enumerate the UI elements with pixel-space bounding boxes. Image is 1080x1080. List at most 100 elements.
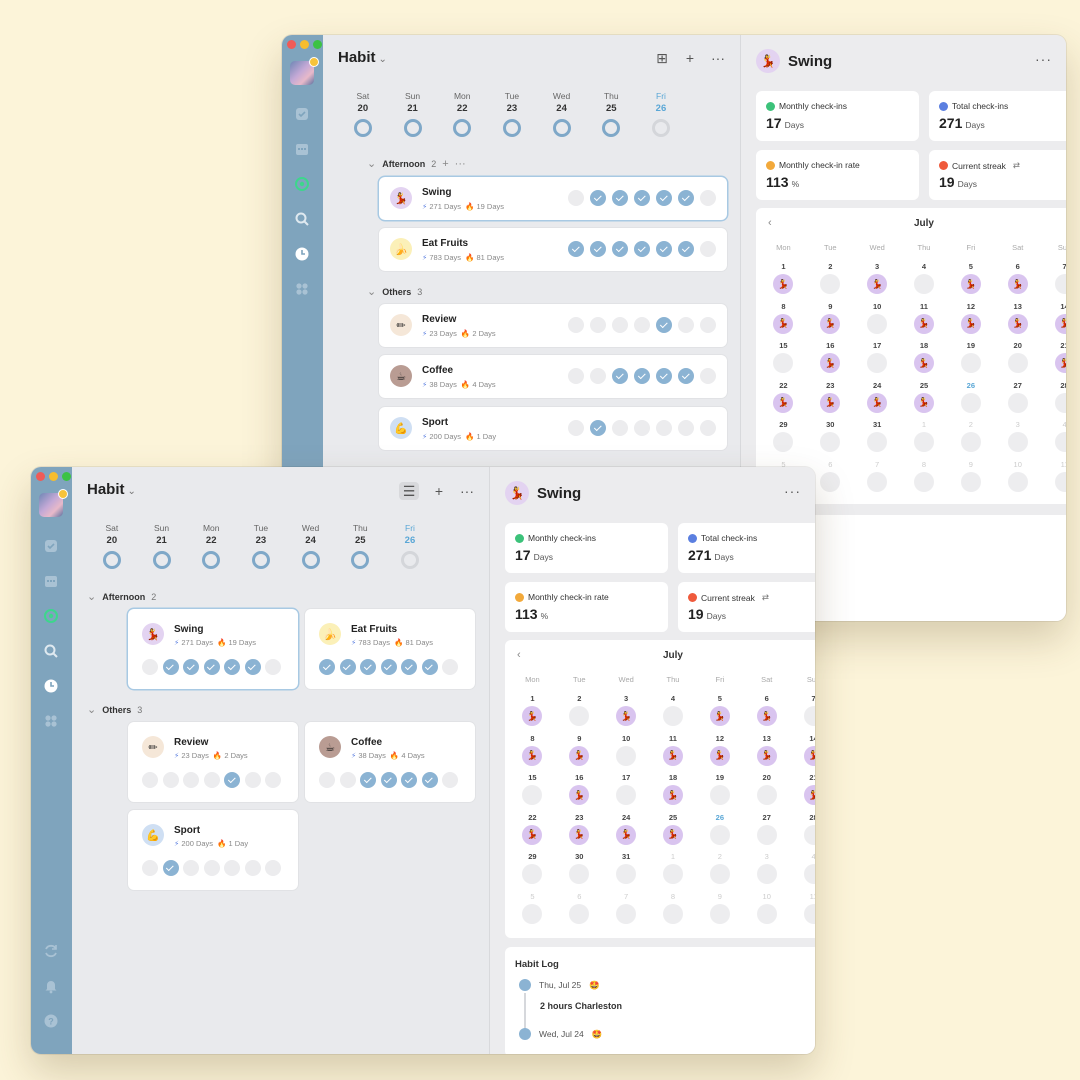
checked-day[interactable] — [421, 659, 438, 675]
calendar-day[interactable]: 9 💃 — [807, 302, 854, 338]
habit-icon[interactable] — [294, 176, 310, 192]
day-column[interactable]: Sun 21 — [137, 523, 187, 569]
calendar-day[interactable]: 11 — [1041, 460, 1066, 496]
unchecked-day[interactable] — [244, 860, 261, 876]
calendar-day[interactable]: 29 — [760, 420, 807, 456]
search-icon[interactable] — [294, 211, 310, 227]
calendar-day[interactable]: 4 — [790, 852, 815, 888]
checked-day[interactable] — [224, 772, 240, 788]
checked-day[interactable] — [401, 659, 417, 675]
calendar-day[interactable]: 11 — [790, 892, 815, 928]
habit-card[interactable]: 🍌 Eat Fruits ⚡ 783 Days 🔥 81 Days — [305, 609, 475, 689]
checked-day[interactable] — [634, 241, 650, 257]
log-entry[interactable]: Thu, Jul 25 🤩 — [519, 979, 600, 991]
calendar-day[interactable]: 16 💃 — [556, 773, 603, 809]
add-icon[interactable]: + — [442, 158, 448, 170]
calendar-day[interactable]: 6 — [556, 892, 603, 928]
calendar-day[interactable]: 26 — [947, 381, 994, 417]
page-title[interactable]: Habit ⌄ — [87, 481, 136, 498]
calendar-day[interactable]: 23 💃 — [807, 381, 854, 417]
checked-day[interactable] — [634, 190, 650, 206]
habit-card[interactable]: 💪 Sport ⚡ 200 Days 🔥 1 Day — [379, 407, 727, 450]
unchecked-day[interactable] — [568, 368, 584, 384]
calendar-day[interactable]: 8 — [901, 460, 948, 496]
calendar-day[interactable]: 1 💃 — [509, 694, 556, 730]
unchecked-day[interactable] — [339, 772, 356, 788]
unchecked-day[interactable] — [442, 659, 458, 675]
calendar-day[interactable]: 19 — [696, 773, 743, 809]
calendar-day[interactable]: 21 💃 — [1041, 341, 1066, 377]
calendar-day[interactable]: 18 💃 — [901, 341, 948, 377]
day-column[interactable]: Sun 21 — [388, 91, 438, 137]
calendar-day[interactable]: 5 — [509, 892, 556, 928]
add-icon[interactable]: + — [431, 483, 447, 499]
calendar-day[interactable]: 21 💃 — [790, 773, 815, 809]
sync-icon[interactable] — [43, 943, 59, 959]
calendar-day[interactable]: 25 💃 — [901, 381, 948, 417]
calendar-day[interactable]: 20 — [994, 341, 1041, 377]
unchecked-day[interactable] — [203, 860, 220, 876]
unchecked-day[interactable] — [700, 190, 716, 206]
calendar-day[interactable]: 2 — [556, 694, 603, 730]
unchecked-day[interactable] — [265, 659, 281, 675]
checked-day[interactable] — [162, 659, 179, 675]
calendar-icon[interactable] — [294, 141, 310, 157]
calendar-day[interactable]: 22 💃 — [509, 813, 556, 849]
calendar-day[interactable]: 3 💃 — [854, 262, 901, 298]
checked-day[interactable] — [568, 241, 584, 257]
calendar-day[interactable]: 5 💃 — [947, 262, 994, 298]
day-column[interactable]: Tue 23 — [487, 91, 537, 137]
tasks-icon[interactable] — [294, 106, 310, 122]
calendar-day[interactable]: 31 — [854, 420, 901, 456]
day-column[interactable]: Sat 20 — [338, 91, 388, 137]
calendar-day[interactable]: 24 💃 — [603, 813, 650, 849]
unchecked-day[interactable] — [612, 420, 628, 436]
calendar-day[interactable]: 1 💃 — [760, 262, 807, 298]
calendar-day[interactable]: 28 — [1041, 381, 1066, 417]
calendar-day[interactable]: 25 💃 — [650, 813, 697, 849]
habit-card[interactable]: ✏ Review ⚡ 23 Days 🔥 2 Days — [128, 722, 298, 802]
unchecked-day[interactable] — [700, 368, 716, 384]
calendar-day[interactable]: 7 — [854, 460, 901, 496]
avatar[interactable] — [39, 489, 68, 517]
section-others[interactable]: ⌄ Others 3 — [87, 703, 142, 716]
calendar-day[interactable]: 30 — [556, 852, 603, 888]
chevron-left-icon[interactable]: ‹ — [768, 217, 772, 229]
calendar-day[interactable]: 29 — [509, 852, 556, 888]
section-others[interactable]: ⌄ Others 3 — [367, 285, 422, 298]
grid-view-icon[interactable]: ⊞ — [654, 50, 670, 66]
calendar-day[interactable]: 12 💃 — [947, 302, 994, 338]
calendar-day[interactable]: 2 — [807, 262, 854, 298]
calendar-day[interactable]: 3 — [743, 852, 790, 888]
unchecked-day[interactable] — [678, 420, 694, 436]
unchecked-day[interactable] — [656, 420, 672, 436]
checked-day[interactable] — [183, 659, 199, 675]
checked-day[interactable] — [678, 241, 694, 257]
day-column[interactable]: Fri 26 — [385, 523, 435, 569]
checked-day[interactable] — [612, 190, 628, 206]
calendar-day[interactable]: 18 💃 — [650, 773, 697, 809]
calendar-day[interactable]: 6 💃 — [743, 694, 790, 730]
unchecked-day[interactable] — [700, 420, 716, 436]
checked-day[interactable] — [656, 317, 672, 333]
calendar-icon[interactable] — [43, 573, 59, 589]
avatar[interactable] — [290, 57, 319, 85]
calendar-day[interactable]: 27 — [743, 813, 790, 849]
more-icon[interactable]: ··· — [459, 483, 475, 499]
bell-icon[interactable] — [43, 978, 59, 994]
checked-day[interactable] — [224, 659, 240, 675]
calendar-day[interactable]: 7 — [1041, 262, 1066, 298]
day-column[interactable]: Mon 22 — [437, 91, 487, 137]
unchecked-day[interactable] — [634, 317, 650, 333]
calendar-day[interactable]: 5 💃 — [696, 694, 743, 730]
calendar-day[interactable]: 27 — [994, 381, 1041, 417]
checked-day[interactable] — [656, 368, 672, 384]
unchecked-day[interactable] — [265, 860, 281, 876]
checked-day[interactable] — [678, 368, 694, 384]
more-icon[interactable]: ··· — [710, 50, 726, 66]
calendar-day[interactable]: 23 💃 — [556, 813, 603, 849]
unchecked-day[interactable] — [568, 420, 584, 436]
unchecked-day[interactable] — [700, 317, 716, 333]
checked-day[interactable] — [590, 420, 606, 436]
calendar-day[interactable]: 30 — [807, 420, 854, 456]
